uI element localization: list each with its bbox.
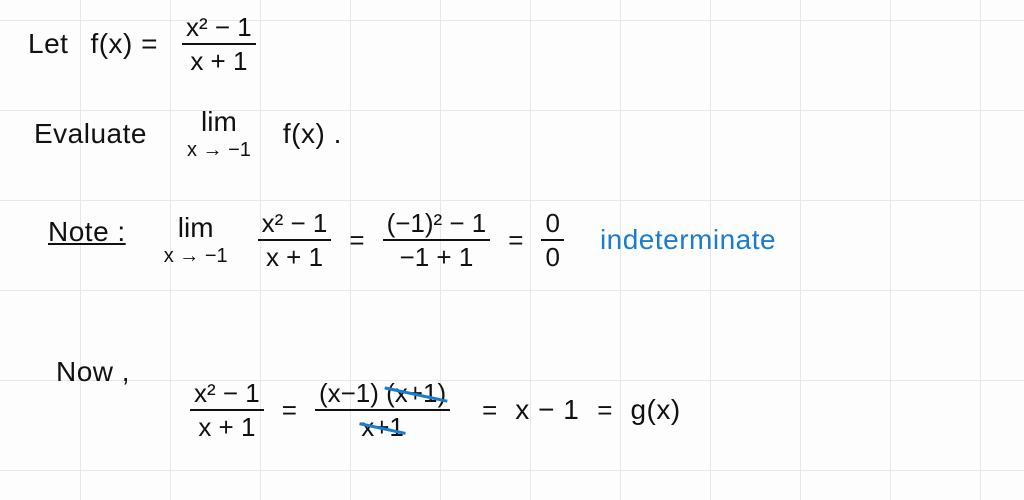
eq-2: = [508,225,523,256]
frac-sl-bar [190,409,264,411]
result-x-minus-1: x − 1 [515,394,579,426]
lim-label-2: lim [178,214,214,242]
f-equals: f(x) = [90,28,158,60]
limit-stack-1: lim x → −1 [187,108,251,160]
word-evaluate: Evaluate [34,118,147,150]
frac-step1-bar [258,239,332,241]
frac-def-num: x² − 1 [182,14,256,40]
factor-x-plus-1-den: x+1 [361,412,404,442]
line-simplify: x² − 1 x + 1 = (x−1) (x+1) x+1 = x − 1 =… [190,380,681,440]
factor-x-plus-1-num: (x+1) [386,378,446,408]
line-evaluate: Evaluate lim x → −1 f(x) . [34,108,342,160]
frac-factored: (x−1) (x+1) x+1 [315,380,450,440]
cancel-num: (x+1) [386,380,446,406]
frac-sl-num: x² − 1 [190,380,264,406]
frac-step1-num: x² − 1 [258,210,332,236]
line-now: Now , [56,350,130,388]
frac-def: x² − 1 x + 1 [182,14,256,74]
eq-5: = [597,395,612,426]
g-of-x: g(x) [630,394,680,426]
frac-zz-bar [541,239,563,241]
lim-sub-2: x → −1 [164,246,228,266]
eq-4: = [482,395,497,426]
lim-label-1: lim [201,108,237,136]
limit-stack-2: lim x → −1 [164,214,228,266]
note-label: Note : [48,216,126,248]
frac-step2-bar [383,239,491,241]
frac-sl-den: x + 1 [194,414,259,440]
frac-step1-den: x + 1 [262,244,327,270]
word-let: Let [28,28,68,60]
frac-simplify-left: x² − 1 x + 1 [190,380,264,440]
factor-x-minus-1: (x−1) [319,378,379,408]
frac-zero-zero: 0 0 [541,210,563,270]
frac-def-bar [182,43,256,45]
frac-fact-num: (x−1) (x+1) [315,380,450,406]
line-let-def: Let f(x) = x² − 1 x + 1 [28,14,256,74]
frac-step2-den: −1 + 1 [396,244,478,270]
now-label: Now , [56,356,130,388]
frac-step2: (−1)² − 1 −1 + 1 [383,210,491,270]
frac-step2-num: (−1)² − 1 [383,210,491,236]
cancel-den: x+1 [361,414,404,440]
fx-text: f(x) . [283,118,342,150]
eq-3: = [282,395,297,426]
line-note: Note : lim x → −1 x² − 1 x + 1 = (−1)² −… [48,210,776,270]
frac-zz-num: 0 [541,210,563,236]
indeterminate-label: indeterminate [600,224,776,256]
lim-sub-1: x → −1 [187,140,251,160]
frac-fact-bar [315,409,450,411]
frac-zz-den: 0 [541,244,563,270]
frac-def-den: x + 1 [186,48,251,74]
eq-1: = [349,225,364,256]
frac-fact-den: x+1 [357,414,408,440]
frac-step1: x² − 1 x + 1 [258,210,332,270]
